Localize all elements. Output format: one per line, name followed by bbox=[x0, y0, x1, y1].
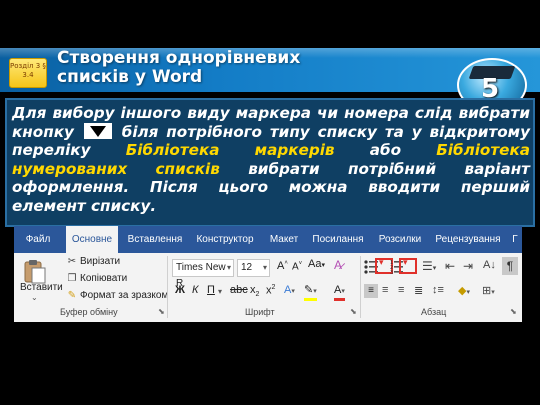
slide: Розділ 3 § 3.4 Створення однорівневих сп… bbox=[0, 0, 540, 405]
group-separator bbox=[360, 256, 361, 318]
font-color-icon[interactable]: A▾ bbox=[334, 284, 345, 301]
copy-icon: ❐ bbox=[67, 273, 77, 284]
increase-indent-icon[interactable]: ⇥ bbox=[463, 259, 473, 273]
section-tag: Розділ 3 § 3.4 bbox=[9, 58, 47, 88]
tab-design[interactable]: Конструктор bbox=[190, 226, 260, 253]
cut-button[interactable]: ✂ Вирізати bbox=[66, 256, 120, 267]
title-line-2: списків у Word bbox=[57, 67, 203, 87]
superscript-icon[interactable]: x2 bbox=[266, 284, 275, 297]
bold-button[interactable]: Ж bbox=[175, 284, 185, 296]
change-case-icon[interactable]: Aa▾ bbox=[308, 258, 325, 270]
decrease-indent-icon[interactable]: ⇤ bbox=[445, 259, 455, 273]
shading-icon[interactable]: ◆▾ bbox=[458, 284, 470, 297]
sort-icon[interactable]: A↓ bbox=[483, 259, 496, 271]
tab-mailings[interactable]: Розсилки bbox=[372, 226, 428, 253]
strikethrough-icon[interactable]: abc bbox=[230, 284, 248, 296]
align-left-icon[interactable]: ≡ bbox=[364, 284, 378, 298]
tab-review[interactable]: Рецензування bbox=[430, 226, 506, 253]
instruction-text: Для вибору іншого виду маркера чи номера… bbox=[12, 104, 530, 215]
bullet-library-term: Бібліотека маркерів bbox=[125, 141, 335, 159]
chevron-down-icon: ▾ bbox=[379, 258, 384, 268]
clear-formatting-icon[interactable]: A̷ bbox=[334, 258, 342, 272]
justify-icon[interactable]: ≣ bbox=[414, 284, 423, 297]
grow-font-icon[interactable]: A˄ bbox=[277, 260, 288, 272]
multilevel-list-icon[interactable]: ☰▾ bbox=[422, 259, 436, 273]
tab-layout[interactable]: Макет bbox=[264, 226, 304, 253]
tab-insert[interactable]: Вставлення bbox=[122, 226, 188, 253]
font-size-value: 12 bbox=[241, 262, 253, 273]
align-right-icon[interactable]: ≡ bbox=[398, 284, 404, 296]
format-painter-label: Формат за зразком bbox=[80, 290, 169, 301]
highlight-color-icon[interactable]: ✎▾ bbox=[304, 284, 317, 301]
tab-references[interactable]: Посилання bbox=[306, 226, 370, 253]
format-painter-icon: ✎ bbox=[67, 290, 77, 301]
show-formatting-marks-icon[interactable]: ¶ bbox=[502, 257, 518, 275]
text-effects-icon[interactable]: A▾ bbox=[284, 284, 295, 296]
svg-text:3: 3 bbox=[390, 270, 393, 275]
font-name-select[interactable]: Times New R ▾ bbox=[172, 259, 234, 289]
paste-icon[interactable] bbox=[22, 258, 48, 284]
tab-file[interactable]: Файл bbox=[14, 226, 62, 253]
line-spacing-icon[interactable]: ↕≡ bbox=[432, 284, 444, 296]
numbering-dropdown-highlight[interactable]: ▾ bbox=[399, 258, 417, 274]
slide-title: Створення однорівневих списків у Word bbox=[57, 49, 357, 87]
font-group-label: Шрифт bbox=[245, 307, 275, 317]
title-line-1: Створення однорівневих bbox=[57, 48, 301, 68]
align-center-icon[interactable]: ≡ bbox=[382, 284, 388, 296]
subscript-icon[interactable]: x2 bbox=[250, 284, 259, 298]
italic-button[interactable]: К bbox=[192, 284, 198, 296]
copy-label: Копіювати bbox=[80, 273, 128, 284]
clipboard-dialog-launcher-icon[interactable]: ⬊ bbox=[158, 307, 165, 316]
underline-chevron-icon[interactable]: ▾ bbox=[218, 287, 222, 296]
dropdown-arrow-icon bbox=[83, 122, 112, 139]
scissors-icon: ✂ bbox=[67, 256, 77, 267]
chevron-down-icon: ▾ bbox=[226, 263, 231, 272]
group-separator bbox=[167, 256, 168, 318]
chevron-down-icon: ▾ bbox=[262, 263, 267, 272]
format-painter-button[interactable]: ✎ Формат за зразком bbox=[66, 290, 169, 301]
paragraph-group-label: Абзац bbox=[421, 307, 447, 317]
section-tag-text: Розділ 3 § 3.4 bbox=[10, 62, 46, 79]
cut-label: Вирізати bbox=[80, 256, 121, 267]
copy-button[interactable]: ❐ Копіювати bbox=[66, 273, 128, 284]
paragraph-dialog-launcher-icon[interactable]: ⬊ bbox=[510, 307, 517, 316]
underline-button[interactable]: П bbox=[207, 284, 215, 296]
text-part-3: або bbox=[369, 141, 402, 159]
paste-chevron-icon[interactable]: ⌄ bbox=[31, 293, 38, 302]
font-dialog-launcher-icon[interactable]: ⬊ bbox=[350, 307, 357, 316]
tab-home[interactable]: Основне bbox=[66, 226, 118, 253]
chevron-down-icon: ▾ bbox=[403, 258, 408, 268]
clipboard-group-label: Буфер обміну bbox=[60, 307, 118, 317]
shrink-font-icon[interactable]: A˅ bbox=[292, 261, 302, 272]
paste-button-label[interactable]: Вставити bbox=[20, 282, 63, 293]
tab-more[interactable]: Г bbox=[508, 226, 522, 253]
borders-icon[interactable]: ⊞▾ bbox=[482, 284, 495, 297]
font-size-select[interactable]: 12 ▾ bbox=[237, 259, 270, 277]
